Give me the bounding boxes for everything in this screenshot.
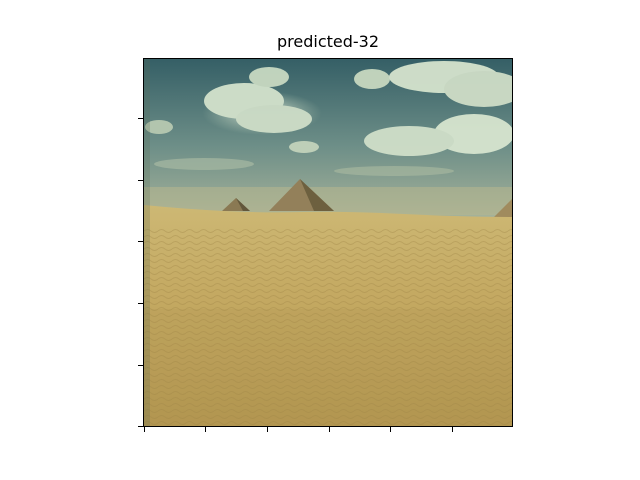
x-axis-tick bbox=[205, 427, 206, 432]
x-axis-tick bbox=[267, 427, 268, 432]
y-axis-tick bbox=[138, 118, 143, 119]
desert-pyramids-image bbox=[144, 59, 512, 426]
y-axis-tick bbox=[138, 426, 143, 427]
x-axis-tick bbox=[390, 427, 391, 432]
x-axis-tick bbox=[144, 427, 145, 432]
x-axis-tick bbox=[452, 427, 453, 432]
y-axis-tick bbox=[138, 180, 143, 181]
figure-title: predicted-32 bbox=[276, 32, 380, 51]
y-axis-tick bbox=[138, 303, 143, 304]
y-axis-tick bbox=[138, 241, 143, 242]
y-axis-tick bbox=[138, 365, 143, 366]
image-panel bbox=[143, 58, 513, 427]
x-axis-tick bbox=[329, 427, 330, 432]
